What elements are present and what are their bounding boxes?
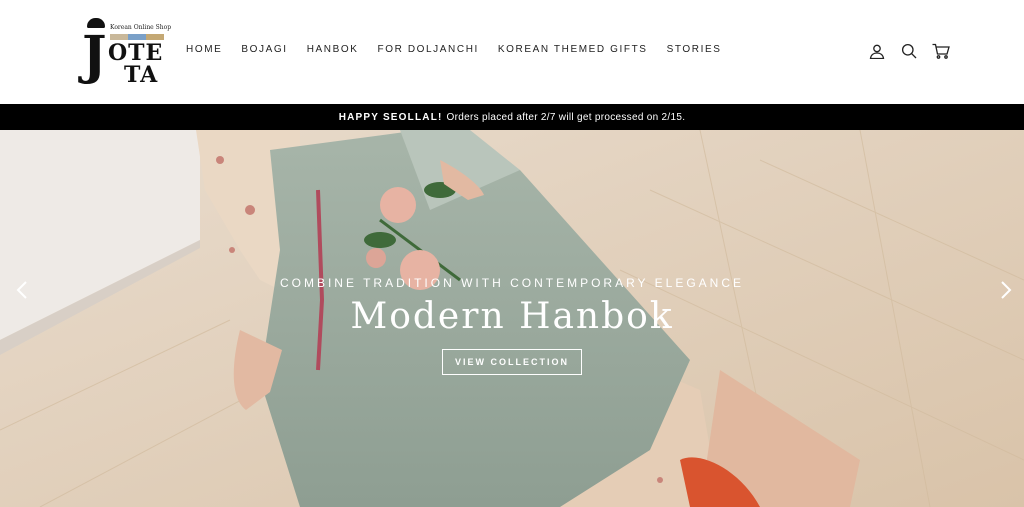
nav-for-doljanchi[interactable]: FOR DOLJANCHI [378, 44, 479, 55]
hero-banner: COMBINE TRADITION WITH CONTEMPORARY ELEG… [0, 130, 1024, 507]
search-icon[interactable] [900, 42, 918, 60]
announcement-message: Orders placed after 2/7 will get process… [446, 111, 686, 123]
nav-hanbok[interactable]: HANBOK [307, 44, 359, 55]
logo[interactable]: Korean Online Shop J OTE TA [82, 18, 171, 88]
logo-letter-j: J [82, 25, 107, 86]
main-nav: HOME BOJAGI HANBOK FOR DOLJANCHI KOREAN … [186, 44, 722, 55]
nav-stories[interactable]: STORIES [667, 44, 722, 55]
header-icons [868, 42, 950, 60]
hero-text: COMBINE TRADITION WITH CONTEMPORARY ELEG… [0, 276, 1024, 375]
account-icon[interactable] [868, 42, 886, 60]
cart-icon[interactable] [932, 42, 950, 60]
chevron-right-icon[interactable] [996, 276, 1016, 304]
hero-title: Modern Hanbok [350, 296, 674, 337]
site-header: Korean Online Shop J OTE TA HOME BOJAGI … [0, 0, 1024, 104]
nav-korean-themed-gifts[interactable]: KOREAN THEMED GIFTS [498, 44, 648, 55]
logo-tagline: Korean Online Shop [110, 24, 172, 31]
announcement-bar: HAPPY SEOLLAL! Orders placed after 2/7 w… [0, 104, 1024, 130]
announcement-highlight: HAPPY SEOLLAL! [338, 111, 443, 123]
chevron-left-icon[interactable] [12, 276, 32, 304]
view-collection-button[interactable]: VIEW COLLECTION [442, 349, 582, 375]
hero-subtitle: COMBINE TRADITION WITH CONTEMPORARY ELEG… [279, 276, 745, 290]
nav-bojagi[interactable]: BOJAGI [241, 44, 287, 55]
nav-home[interactable]: HOME [186, 44, 222, 55]
logo-letters-ta: TA [124, 62, 159, 88]
